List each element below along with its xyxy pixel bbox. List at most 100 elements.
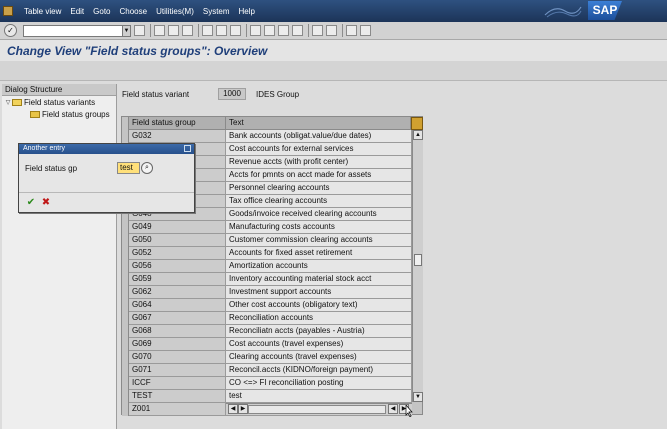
tree-item-field-status-groups[interactable]: Field status groups <box>2 108 116 120</box>
vertical-scroll-thumb[interactable] <box>414 254 422 266</box>
row-selector[interactable] <box>122 286 129 299</box>
row-selector[interactable] <box>122 247 129 260</box>
table-row[interactable]: G069 Cost accounts (travel expenses) <box>122 338 412 351</box>
cell-field-status-group[interactable]: G068 <box>129 325 226 338</box>
scroll-right-icon[interactable]: ▶ <box>238 404 248 414</box>
cell-field-status-group[interactable]: G069 <box>129 338 226 351</box>
cell-field-status-group[interactable]: G049 <box>129 221 226 234</box>
row-selector[interactable] <box>122 130 129 143</box>
cell-field-status-group[interactable]: TEST <box>129 390 226 403</box>
menu-choose[interactable]: Choose <box>120 7 148 16</box>
menu-help[interactable]: Help <box>239 7 255 16</box>
table-row[interactable]: G049 Manufacturing costs accounts <box>122 221 412 234</box>
menu-system[interactable]: System <box>203 7 230 16</box>
table-row[interactable]: G070 Clearing accounts (travel expenses) <box>122 351 412 364</box>
value-help-icon[interactable]: ⌕ <box>141 162 153 174</box>
table-row[interactable]: G056 Amortization accounts <box>122 260 412 273</box>
row-selector[interactable] <box>122 260 129 273</box>
cell-text[interactable]: Investment support accounts <box>226 286 412 299</box>
table-row[interactable]: G062 Investment support accounts <box>122 286 412 299</box>
cell-field-status-group[interactable]: G067 <box>129 312 226 325</box>
find-icon[interactable] <box>216 25 227 36</box>
print-icon[interactable] <box>202 25 213 36</box>
table-row[interactable]: G032 Bank accounts (obligat.value/due dat… <box>122 130 412 143</box>
cancel-icon[interactable] <box>182 25 193 36</box>
first-page-icon[interactable] <box>250 25 261 36</box>
table-row[interactable]: G068 Reconciliatn accts (payables - Austr… <box>122 325 412 338</box>
column-header-group[interactable]: Field status group <box>129 117 226 130</box>
cell-text[interactable]: Cost accounts (travel expenses) <box>226 338 412 351</box>
save-icon[interactable] <box>134 25 145 36</box>
cell-field-status-group[interactable]: G032 <box>129 130 226 143</box>
menu-utilities[interactable]: Utilities(M) <box>156 7 194 16</box>
scroll-left-end-icon[interactable]: ◀ <box>388 404 398 414</box>
cell-text[interactable]: Manufacturing costs accounts <box>226 221 412 234</box>
horizontal-scrollbar[interactable]: ◀ ▶ ◀ ▶ <box>226 403 412 415</box>
cell-field-status-group[interactable]: G064 <box>129 299 226 312</box>
row-selector[interactable] <box>122 273 129 286</box>
table-row[interactable]: G050 Customer commission clearing account… <box>122 234 412 247</box>
column-header-text[interactable]: Text <box>226 117 411 130</box>
table-row[interactable]: G071 Reconcil.accts (KIDNO/foreign paymen… <box>122 364 412 377</box>
cell-field-status-group[interactable]: G062 <box>129 286 226 299</box>
menu-edit[interactable]: Edit <box>70 7 84 16</box>
cell-text[interactable]: Inventory accounting material stock acct <box>226 273 412 286</box>
row-selector[interactable] <box>122 325 129 338</box>
column-settings-icon[interactable] <box>411 117 423 130</box>
table-row[interactable]: G052 Accounts for fixed asset retirement <box>122 247 412 260</box>
vertical-scrollbar[interactable]: ▲ ▼ <box>412 130 423 402</box>
cell-text[interactable]: Reconciliatn accts (payables - Austria) <box>226 325 412 338</box>
cell-text[interactable]: Accounts for fixed asset retirement <box>226 247 412 260</box>
layout-menu-icon[interactable] <box>360 25 371 36</box>
cell-text[interactable]: Clearing accounts (travel expenses) <box>226 351 412 364</box>
table-row[interactable]: TEST test <box>122 390 412 403</box>
row-selector[interactable] <box>122 390 129 403</box>
row-selector[interactable] <box>122 377 129 390</box>
ok-icon[interactable]: ✓ <box>4 24 17 37</box>
scroll-down-icon[interactable]: ▼ <box>413 392 423 402</box>
row-selector[interactable] <box>122 299 129 312</box>
back-icon[interactable] <box>154 25 165 36</box>
row-selector[interactable] <box>122 338 129 351</box>
shortcut-icon[interactable] <box>326 25 337 36</box>
cell-field-status-group[interactable]: G052 <box>129 247 226 260</box>
cell-text[interactable]: Other cost accounts (obligatory text) <box>226 299 412 312</box>
table-row[interactable]: ICCF CO <=> FI reconciliation posting <box>122 377 412 390</box>
cell-field-status-group[interactable]: Z001 <box>129 403 226 416</box>
last-page-icon[interactable] <box>292 25 303 36</box>
cell-field-status-group[interactable]: G059 <box>129 273 226 286</box>
cell-text[interactable]: Tax office clearing accounts <box>226 195 412 208</box>
cell-text[interactable]: Customer commission clearing accounts <box>226 234 412 247</box>
cancel-button[interactable]: ✖ <box>40 197 52 209</box>
row-selector[interactable] <box>122 221 129 234</box>
table-row[interactable]: G067 Reconciliation accounts <box>122 312 412 325</box>
help-icon[interactable] <box>346 25 357 36</box>
cell-text[interactable]: Bank accounts (obligat.value/due dates) <box>226 130 412 143</box>
field-status-gp-input[interactable]: test <box>117 162 140 174</box>
next-page-icon[interactable] <box>278 25 289 36</box>
select-all-cell[interactable] <box>122 117 129 130</box>
exit-icon[interactable] <box>168 25 179 36</box>
new-session-icon[interactable] <box>312 25 323 36</box>
cell-field-status-group[interactable]: G050 <box>129 234 226 247</box>
cell-text[interactable]: Accts for pmnts on acct made for assets <box>226 169 412 182</box>
cell-text[interactable]: Personnel clearing accounts <box>226 182 412 195</box>
previous-page-icon[interactable] <box>264 25 275 36</box>
continue-button[interactable]: ✔ <box>25 197 37 209</box>
row-selector[interactable] <box>122 312 129 325</box>
table-row[interactable]: G064 Other cost accounts (obligatory text… <box>122 299 412 312</box>
menu-goto[interactable]: Goto <box>93 7 110 16</box>
tree-item-field-status-variants[interactable]: ▽ Field status variants <box>2 96 116 108</box>
cell-text[interactable]: Cost accounts for external services <box>226 143 412 156</box>
cell-text[interactable]: Goods/invoice received clearing accounts <box>226 208 412 221</box>
menu-table-view[interactable]: Table view <box>24 7 61 16</box>
command-field[interactable] <box>23 24 123 37</box>
cell-field-status-group[interactable]: G070 <box>129 351 226 364</box>
tree-expand-icon[interactable]: ▽ <box>4 99 12 106</box>
cell-text[interactable]: Amortization accounts <box>226 260 412 273</box>
cell-field-status-group[interactable]: G056 <box>129 260 226 273</box>
cell-text[interactable]: Reconciliation accounts <box>226 312 412 325</box>
cell-field-status-group[interactable]: G071 <box>129 364 226 377</box>
table-row[interactable]: G059 Inventory accounting material stock … <box>122 273 412 286</box>
scroll-up-icon[interactable]: ▲ <box>413 130 423 140</box>
